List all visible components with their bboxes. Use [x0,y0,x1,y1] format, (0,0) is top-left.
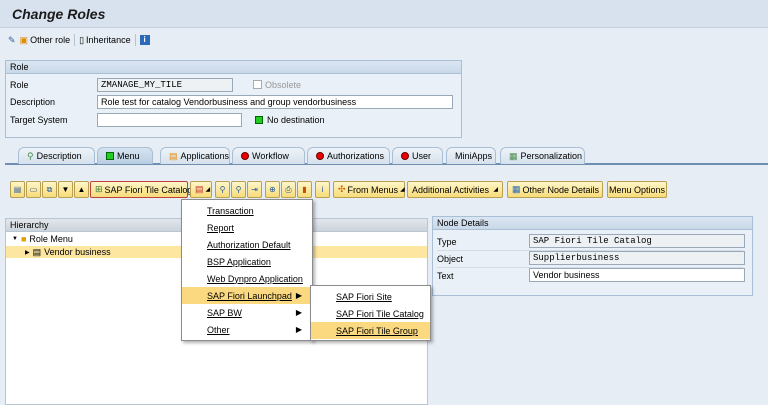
folder-icon: ■ [20,234,27,244]
move-down-icon[interactable]: ▼ [58,181,73,198]
role-label: Role [10,80,29,90]
menu-options-button[interactable]: Menu Options [607,181,667,198]
info-icon[interactable]: i [139,35,150,45]
additional-activities-button[interactable]: Additional Activities ◢ [407,181,503,198]
display-change-icon[interactable]: ✎ [8,35,16,46]
node-details-header: Node Details [433,217,752,230]
app-toolbar: ✎ ▣ Other role ▯ Inheritance i [8,30,150,50]
zoom-icon[interactable]: ⊕ [265,181,280,198]
chart-icon[interactable]: ▮ [297,181,312,198]
fiori-launchpad-submenu: SAP Fiori Site SAP Fiori Tile Catalog SA… [310,285,431,341]
add-node-icon: ⊞ [95,184,103,194]
from-menus-icon: ✣ [338,184,346,194]
menu-item-web-dynpro[interactable]: Web Dynpro Application [182,270,312,287]
catalog-icon: ▤ [32,246,42,257]
tree-node-role-menu[interactable]: ▼ ■ Role Menu [12,234,73,244]
destination-status: No destination [255,115,325,125]
dropdown-arrow-icon: ◢ [493,187,498,193]
copy-icon[interactable]: ⧉ [42,181,57,198]
other-node-details-button[interactable]: ▦ Other Node Details [507,181,603,198]
menu-item-other[interactable]: Other ▶ [182,321,312,338]
menu-item-report[interactable]: Report [182,219,312,236]
menu-item-bsp-application[interactable]: BSP Application [182,253,312,270]
other-role-icon: ▣ [19,34,29,45]
menu-item-transaction[interactable]: Transaction [182,202,312,219]
separator [134,34,136,46]
submenu-arrow-icon: ▶ [295,308,302,317]
delete-node-icon: ▤ [195,184,204,194]
folder-icon[interactable]: ▭ [26,181,41,198]
move-up-icon[interactable]: ▲ [74,181,89,198]
green-status-icon [106,152,114,160]
menu-item-fiori-tile-group[interactable]: SAP Fiori Tile Group [311,322,430,339]
tab-workflow[interactable]: Workflow [232,147,305,164]
tab-applications[interactable]: ▤ Applications [160,147,230,164]
menu-item-fiori-tile-catalog[interactable]: SAP Fiori Tile Catalog [311,305,430,322]
tab-authorizations[interactable]: Authorizations [307,147,390,164]
applications-icon: ▤ [169,150,178,161]
dropdown-arrow-icon: ◢ [205,187,211,193]
text-label: Text [437,271,454,281]
find-icon[interactable]: ⚲ [215,181,230,198]
other-role-button[interactable]: ▣ Other role [20,35,71,46]
info-icon[interactable]: i [315,181,330,198]
tab-personalization[interactable]: ▦ Personalization [500,147,585,164]
menu-item-fiori-site[interactable]: SAP Fiori Site [311,288,430,305]
expanded-icon: ▼ [12,236,18,242]
role-group-header: Role [6,61,461,74]
submenu-arrow-icon: ▶ [295,325,302,334]
tab-menu[interactable]: Menu [97,147,153,164]
role-field[interactable]: ZMANAGE_MY_TILE [97,78,233,92]
node-details-icon: ▦ [512,184,521,194]
title-bar [0,0,768,28]
personalization-icon: ▦ [509,150,518,161]
find-next-icon[interactable]: ⚲ [231,181,246,198]
dropdown-arrow-icon: ◢ [400,187,405,193]
tree-node-vendor-business[interactable]: ▶ ▤ Vendor business [25,246,111,258]
tab-description[interactable]: ⚲ Description [18,147,95,164]
red-status-icon [241,152,249,160]
description-icon: ⚲ [27,150,34,161]
transaction-type-dropdown[interactable]: ⊞SAP Fiori Tile Catalog◢ [90,181,199,198]
from-menus-button[interactable]: ✣ From Menus ◢ [333,181,405,198]
object-field: Supplierbusiness [529,251,745,265]
obsolete-checkbox[interactable]: Obsolete [253,80,301,90]
tab-user[interactable]: User [392,147,443,164]
inheritance-button[interactable]: ▯ Inheritance [79,35,130,46]
description-label: Description [10,97,56,107]
red-status-icon [316,152,324,160]
import-icon[interactable]: ⇥ [247,181,262,198]
collapsed-icon: ▶ [25,249,30,256]
delete-node-dropdown[interactable]: ▤ ◢ [190,181,212,198]
print-icon[interactable]: ⎙ [281,181,296,198]
separator [74,34,76,46]
checkbox-icon [253,80,262,89]
display-icon[interactable]: ▤ [10,181,25,198]
target-system-field[interactable] [97,113,242,127]
red-status-icon [401,152,409,160]
type-field: SAP Fiori Tile Catalog [529,234,745,248]
tab-miniapps[interactable]: MiniApps [446,147,496,164]
text-field[interactable]: Vendor business [529,268,745,282]
menu-item-sap-bw[interactable]: SAP BW ▶ [182,304,312,321]
insert-node-menu: Transaction Report Authorization Default… [181,199,313,341]
inheritance-icon: ▯ [79,34,85,45]
menu-item-authorization-default[interactable]: Authorization Default [182,236,312,253]
description-field[interactable]: Role test for catalog Vendorbusiness and… [97,95,453,109]
submenu-arrow-icon: ▶ [295,291,302,300]
page-title: Change Roles [12,6,106,22]
menu-item-fiori-launchpad[interactable]: SAP Fiori Launchpad ▶ [182,287,312,304]
target-system-label: Target System [10,115,68,125]
green-status-icon [255,116,263,124]
